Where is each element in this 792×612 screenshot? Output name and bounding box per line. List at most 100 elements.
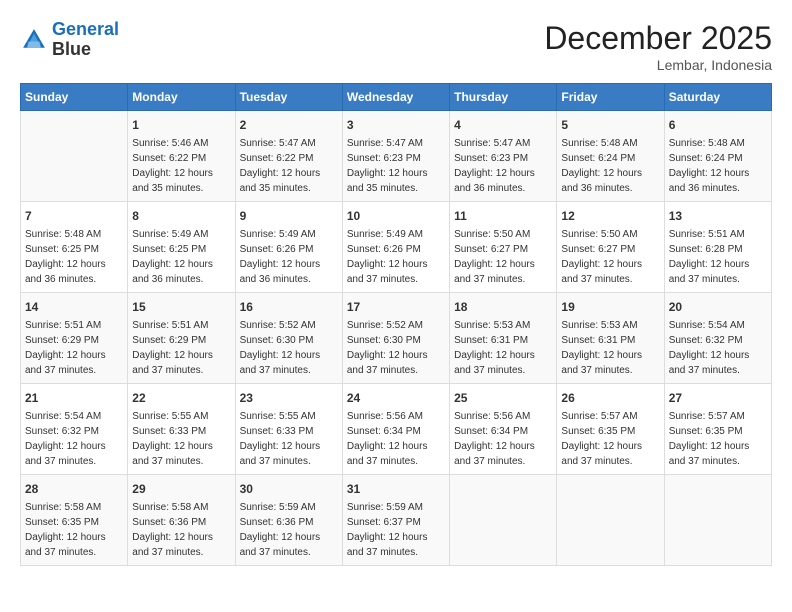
calendar-body: 1Sunrise: 5:46 AMSunset: 6:22 PMDaylight… (21, 111, 772, 566)
day-info: Sunrise: 5:52 AMSunset: 6:30 PMDaylight:… (240, 318, 338, 378)
sunrise-text: Sunrise: 5:56 AM (454, 411, 530, 422)
calendar-cell: 23Sunrise: 5:55 AMSunset: 6:33 PMDayligh… (235, 384, 342, 475)
calendar-week-row: 14 Sunrise: 5:51 AMSunset: 6:29 PMDayligh… (21, 293, 772, 384)
day-info: Sunrise: 5:55 AMSunset: 6:33 PMDaylight:… (240, 409, 338, 469)
sunrise-text: Sunrise: 5:49 AM (240, 229, 316, 240)
daylight-text: Daylight: 12 hours and 37 minutes. (347, 259, 428, 285)
calendar-cell: 17Sunrise: 5:52 AMSunset: 6:30 PMDayligh… (342, 293, 449, 384)
calendar-week-row: 7Sunrise: 5:48 AMSunset: 6:25 PMDaylight… (21, 202, 772, 293)
day-number: 24 (347, 389, 445, 407)
day-number: 22 (132, 389, 230, 407)
calendar-cell (557, 475, 664, 566)
logo-line2: Blue (52, 40, 119, 60)
day-number: 14 (25, 298, 123, 316)
daylight-text: Daylight: 12 hours and 35 minutes. (240, 168, 321, 194)
calendar-cell: 22Sunrise: 5:55 AMSunset: 6:33 PMDayligh… (128, 384, 235, 475)
daylight-text: Daylight: 12 hours and 37 minutes. (669, 350, 750, 376)
header-thursday: Thursday (450, 84, 557, 111)
calendar-cell: 29Sunrise: 5:58 AMSunset: 6:36 PMDayligh… (128, 475, 235, 566)
daylight-text: Daylight: 12 hours and 36 minutes. (25, 259, 106, 285)
sunset-text: Sunset: 6:24 PM (669, 153, 743, 164)
daylight-text: Daylight: 12 hours and 37 minutes. (347, 441, 428, 467)
day-number: 12 (561, 207, 659, 225)
sunset-text: Sunset: 6:37 PM (347, 517, 421, 528)
sunset-text: Sunset: 6:22 PM (240, 153, 314, 164)
sunrise-text: Sunrise: 5:57 AM (669, 411, 745, 422)
title-block: December 2025 Lembar, Indonesia (544, 20, 772, 73)
day-number: 18 (454, 298, 552, 316)
daylight-text: Daylight: 12 hours and 37 minutes. (25, 350, 106, 376)
calendar-cell: 19Sunrise: 5:53 AMSunset: 6:31 PMDayligh… (557, 293, 664, 384)
sunrise-text: Sunrise: 5:59 AM (240, 502, 316, 513)
sunset-text: Sunset: 6:30 PM (240, 335, 314, 346)
daylight-text: Daylight: 12 hours and 37 minutes. (347, 350, 428, 376)
sunset-text: Sunset: 6:35 PM (25, 517, 99, 528)
calendar-cell: 16 Sunrise: 5:52 AMSunset: 6:30 PMDayligh… (235, 293, 342, 384)
day-info: Sunrise: 5:58 AMSunset: 6:36 PMDaylight:… (132, 500, 230, 560)
calendar-cell: 26Sunrise: 5:57 AMSunset: 6:35 PMDayligh… (557, 384, 664, 475)
header-sunday: Sunday (21, 84, 128, 111)
sunrise-text: Sunrise: 5:57 AM (561, 411, 637, 422)
header-wednesday: Wednesday (342, 84, 449, 111)
sunset-text: Sunset: 6:26 PM (240, 244, 314, 255)
sunset-text: Sunset: 6:27 PM (454, 244, 528, 255)
day-info: Sunrise: 5:50 AMSunset: 6:27 PMDaylight:… (561, 227, 659, 287)
calendar-cell: 13Sunrise: 5:51 AMSunset: 6:28 PMDayligh… (664, 202, 771, 293)
day-number: 8 (132, 207, 230, 225)
calendar-cell: 27Sunrise: 5:57 AMSunset: 6:35 PMDayligh… (664, 384, 771, 475)
sunset-text: Sunset: 6:27 PM (561, 244, 635, 255)
sunrise-text: Sunrise: 5:47 AM (454, 138, 530, 149)
day-number: 5 (561, 116, 659, 134)
sunset-text: Sunset: 6:26 PM (347, 244, 421, 255)
day-number: 21 (25, 389, 123, 407)
day-info: Sunrise: 5:47 AMSunset: 6:23 PMDaylight:… (454, 136, 552, 196)
day-info: Sunrise: 5:56 AMSunset: 6:34 PMDaylight:… (347, 409, 445, 469)
day-info: Sunrise: 5:52 AMSunset: 6:30 PMDaylight:… (347, 318, 445, 378)
logo-icon (20, 26, 48, 54)
sunrise-text: Sunrise: 5:51 AM (669, 229, 745, 240)
daylight-text: Daylight: 12 hours and 37 minutes. (132, 350, 213, 376)
daylight-text: Daylight: 12 hours and 37 minutes. (240, 441, 321, 467)
day-number: 3 (347, 116, 445, 134)
header-saturday: Saturday (664, 84, 771, 111)
day-number: 6 (669, 116, 767, 134)
calendar-cell: 11Sunrise: 5:50 AMSunset: 6:27 PMDayligh… (450, 202, 557, 293)
day-info: Sunrise: 5:49 AMSunset: 6:25 PMDaylight:… (132, 227, 230, 287)
sunset-text: Sunset: 6:36 PM (132, 517, 206, 528)
calendar-cell: 10Sunrise: 5:49 AMSunset: 6:26 PMDayligh… (342, 202, 449, 293)
day-number: 9 (240, 207, 338, 225)
day-number: 16 (240, 298, 338, 316)
daylight-text: Daylight: 12 hours and 35 minutes. (347, 168, 428, 194)
day-info: Sunrise: 5:54 AMSunset: 6:32 PMDaylight:… (25, 409, 123, 469)
sunset-text: Sunset: 6:35 PM (669, 426, 743, 437)
sunset-text: Sunset: 6:32 PM (669, 335, 743, 346)
logo-text: General Blue (52, 20, 119, 60)
sunrise-text: Sunrise: 5:49 AM (132, 229, 208, 240)
sunrise-text: Sunrise: 5:59 AM (347, 502, 423, 513)
calendar-cell: 1Sunrise: 5:46 AMSunset: 6:22 PMDaylight… (128, 111, 235, 202)
calendar-cell: 28Sunrise: 5:58 AMSunset: 6:35 PMDayligh… (21, 475, 128, 566)
day-info: Sunrise: 5:48 AMSunset: 6:25 PMDaylight:… (25, 227, 123, 287)
daylight-text: Daylight: 12 hours and 36 minutes. (454, 168, 535, 194)
sunset-text: Sunset: 6:22 PM (132, 153, 206, 164)
day-info: Sunrise: 5:53 AMSunset: 6:31 PMDaylight:… (561, 318, 659, 378)
calendar-cell (664, 475, 771, 566)
daylight-text: Daylight: 12 hours and 37 minutes. (240, 532, 321, 558)
daylight-text: Daylight: 12 hours and 37 minutes. (25, 532, 106, 558)
day-info: Sunrise: 5:51 AMSunset: 6:29 PMDaylight:… (25, 318, 123, 378)
sunrise-text: Sunrise: 5:58 AM (25, 502, 101, 513)
day-info: Sunrise: 5:49 AMSunset: 6:26 PMDaylight:… (347, 227, 445, 287)
day-number: 2 (240, 116, 338, 134)
calendar-cell: 4Sunrise: 5:47 AMSunset: 6:23 PMDaylight… (450, 111, 557, 202)
daylight-text: Daylight: 12 hours and 37 minutes. (669, 259, 750, 285)
calendar-cell: 14 Sunrise: 5:51 AMSunset: 6:29 PMDayligh… (21, 293, 128, 384)
day-info: Sunrise: 5:47 AM Sunset: 6:22 PM Daylight:… (240, 136, 338, 196)
calendar-cell: 5Sunrise: 5:48 AMSunset: 6:24 PMDaylight… (557, 111, 664, 202)
day-number: 20 (669, 298, 767, 316)
sunrise-text: Sunrise: 5:58 AM (132, 502, 208, 513)
sunrise-text: Sunrise: 5:47 AM (240, 138, 316, 149)
sunset-text: Sunset: 6:34 PM (347, 426, 421, 437)
sunrise-text: Sunrise: 5:48 AM (25, 229, 101, 240)
calendar-cell: 12 Sunrise: 5:50 AMSunset: 6:27 PMDayligh… (557, 202, 664, 293)
daylight-text: Daylight: 12 hours and 37 minutes. (454, 259, 535, 285)
